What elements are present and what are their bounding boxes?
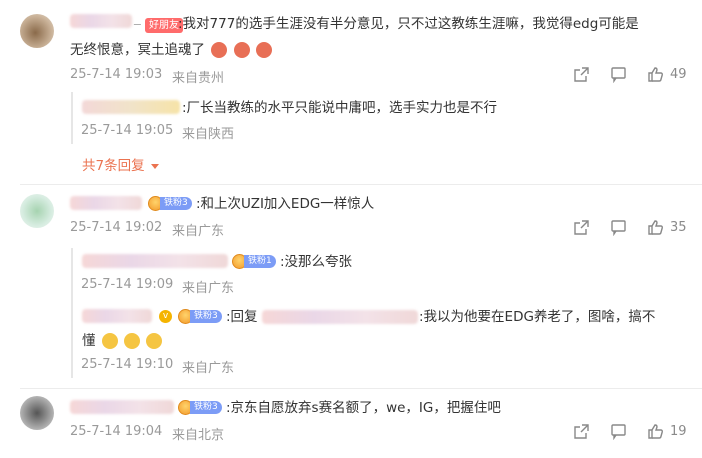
- share-icon[interactable]: [573, 219, 590, 236]
- comment-text: :京东自愿放弃s赛名额了，we，IG，把握住吧: [226, 400, 501, 416]
- comment-text: :我对777的选手生涯没有半分意见，只不过这教练生涯嘛，我觉得edg可能是: [178, 16, 639, 32]
- verified-icon: v: [159, 310, 172, 323]
- avatar[interactable]: [20, 194, 54, 228]
- emoji-icon: [146, 333, 163, 349]
- avatar[interactable]: [20, 14, 54, 48]
- comment-time: 25-7-14 19:02: [70, 220, 163, 235]
- reply-location: 来自广东: [182, 361, 235, 376]
- comment-icon[interactable]: [610, 219, 627, 236]
- reply-time: 25-7-14 19:05: [81, 123, 174, 138]
- reply-thread-line: [71, 248, 73, 378]
- comment-time: 25-7-14 19:04: [70, 424, 163, 439]
- mention-username-blurred[interactable]: [262, 310, 418, 324]
- reply-username-blurred[interactable]: [82, 254, 228, 268]
- avatar[interactable]: [20, 396, 54, 430]
- comment-icon[interactable]: [610, 66, 627, 83]
- comment-location: 来自北京: [172, 428, 225, 443]
- comment-text: :和上次UZI加入EDG一样惊人: [196, 196, 375, 212]
- username-blurred[interactable]: [70, 400, 174, 414]
- divider: [20, 388, 702, 389]
- expand-replies-button[interactable]: 共7条回复: [82, 154, 159, 174]
- like-count: 49: [670, 67, 687, 82]
- fan-badge: 铁粉3: [178, 400, 222, 415]
- emoji-icon: [211, 42, 228, 58]
- reply-text: :我以为他要在EDG养老了，图啥，搞不: [419, 309, 656, 325]
- emoji-icon: [124, 333, 141, 349]
- reply-thread-line: [71, 92, 73, 144]
- reply-prefix: :回复: [226, 309, 258, 325]
- username-blurred[interactable]: [70, 196, 142, 210]
- comment-time: 25-7-14 19:03: [70, 67, 163, 82]
- chevron-down-icon: [150, 163, 159, 169]
- emoji-icon: [233, 42, 250, 58]
- like-icon[interactable]: [647, 423, 664, 440]
- like-count: 19: [670, 424, 687, 439]
- divider: [20, 184, 702, 185]
- comment-icon[interactable]: [610, 423, 627, 440]
- username-blurred[interactable]: [70, 14, 132, 28]
- reply-location: 来自陕西: [182, 127, 235, 142]
- comment-actions: 19: [573, 423, 687, 440]
- reply-time: 25-7-14 19:10: [81, 357, 174, 372]
- emoji-icon: [101, 333, 118, 349]
- reply-text: :没那么夸张: [280, 254, 353, 270]
- fan-badge: 铁粉3: [148, 196, 192, 211]
- reply-username-blurred[interactable]: [82, 309, 152, 323]
- reply-text: :厂长当教练的水平只能说中庸吧，选手实力也是不行: [182, 100, 498, 116]
- reply-username-blurred[interactable]: [82, 100, 180, 114]
- emoji-icon: [255, 42, 272, 58]
- comment-actions: 35: [573, 219, 687, 236]
- fan-badge: 铁粉1: [232, 254, 276, 269]
- share-icon[interactable]: [573, 66, 590, 83]
- share-icon[interactable]: [573, 423, 590, 440]
- like-count: 35: [670, 220, 687, 235]
- comment-text-line2: 无终恨意，冥土追魂了: [70, 38, 272, 62]
- reply-text-line2: 懂: [82, 329, 163, 353]
- like-icon[interactable]: [647, 219, 664, 236]
- reply-location: 来自广东: [182, 281, 235, 296]
- fan-badge: 铁粉3: [178, 309, 222, 324]
- like-icon[interactable]: [647, 66, 664, 83]
- comment-actions: 49: [573, 66, 687, 83]
- reply-time: 25-7-14 19:09: [81, 277, 174, 292]
- comment-location: 来自贵州: [172, 71, 225, 86]
- comment-location: 来自广东: [172, 224, 225, 239]
